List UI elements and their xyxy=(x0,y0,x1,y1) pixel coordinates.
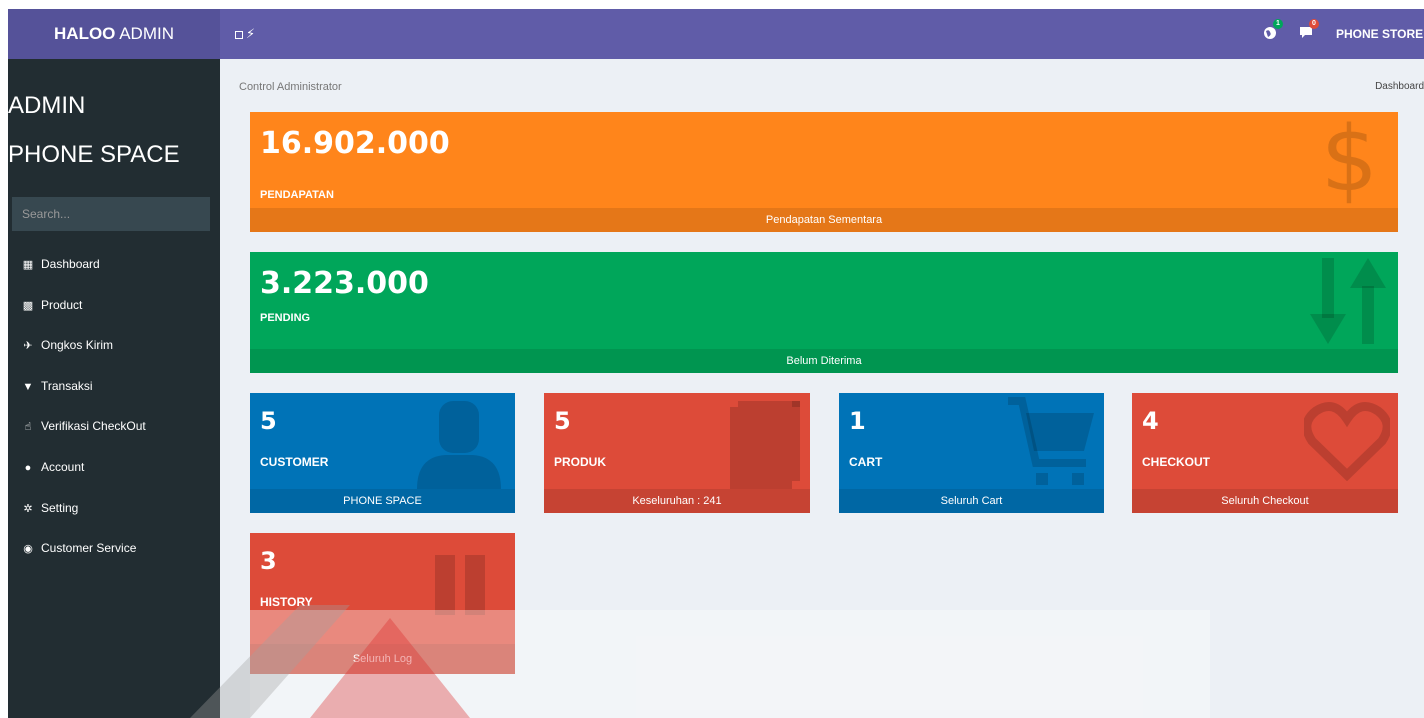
grid-icon: ▦ xyxy=(22,259,34,271)
produk-value: 5 xyxy=(554,407,571,435)
sidebar-item-account[interactable]: ● Account xyxy=(8,447,220,488)
sidebar-item-label: Customer Service xyxy=(41,541,137,556)
cart-icon: ▼ xyxy=(22,380,34,393)
main-content: Control Administrator Dashboard 16.902.0… xyxy=(220,59,1424,718)
pending-label: PENDING xyxy=(260,312,311,324)
search-input[interactable]: Search... xyxy=(12,197,210,231)
produk-label: PRODUK xyxy=(554,455,607,469)
book-icon xyxy=(730,401,800,489)
sidebar-item-product[interactable]: ▩ Product xyxy=(8,285,220,326)
sidebar-item-label: Setting xyxy=(41,500,79,515)
checkout-label: CHECKOUT xyxy=(1142,455,1210,469)
sidebar-item-setting[interactable]: ✲ Setting xyxy=(8,488,220,529)
income-footer-link[interactable]: Pendapatan Sementara xyxy=(250,208,1398,232)
history-footer-link[interactable]: Seluruh Log xyxy=(250,644,515,674)
sidebar-item-dashboard[interactable]: ▦ Dashboard xyxy=(8,244,220,285)
produk-footer-link[interactable]: Keseluruhan : 241 xyxy=(544,489,810,513)
thumbs-up-icon: ☝ xyxy=(24,421,32,434)
checkout-box: 4 CHECKOUT Seluruh Checkout xyxy=(1132,393,1398,513)
income-value: 16.902.000 xyxy=(260,126,450,161)
brand-bold: HALOO xyxy=(54,24,116,43)
dollar-icon: $ xyxy=(1320,112,1378,212)
gear-icon: ✲ xyxy=(23,502,33,515)
sidebar-item-ongkos-kirim[interactable]: ✈ Ongkos Kirim xyxy=(8,325,220,366)
sidebar-menu: ▦ Dashboard ▩ Product ✈ Ongkos Kirim ▼ Trans… xyxy=(8,244,220,569)
history-label: HISTORY xyxy=(260,595,313,609)
sidebar-title-line1: ADMIN xyxy=(8,92,86,119)
sidebar-toggle-button[interactable]: ⚡ xyxy=(235,9,255,59)
history-value: 3 xyxy=(260,547,277,575)
customer-footer-link[interactable]: PHONE SPACE xyxy=(250,489,515,513)
pending-value: 3.223.000 xyxy=(260,266,429,301)
page-header: Control Administrator xyxy=(239,81,342,93)
customer-box: 5 CUSTOMER PHONE SPACE xyxy=(250,393,515,513)
eye-icon: ◉ xyxy=(23,543,33,556)
income-label: PENDAPATAN xyxy=(260,189,334,201)
cart-label: CART xyxy=(849,455,883,469)
customer-value: 5 xyxy=(260,407,277,435)
produk-box: 5 PRODUK Keseluruhan : 241 xyxy=(544,393,810,513)
notifications-button[interactable]: 1 xyxy=(1252,18,1288,43)
sidebar-item-label: Verifikasi CheckOut xyxy=(41,419,146,434)
income-box: 16.902.000 PENDAPATAN $ Pendapatan Semen… xyxy=(250,112,1398,232)
pending-box: 3.223.000 PENDING Belum Diterima xyxy=(250,252,1398,373)
history-box: 3 HISTORY Seluruh Log xyxy=(250,533,515,674)
user-icon: ● xyxy=(24,461,32,474)
sidebar-item-transaksi[interactable]: ▼ Transaksi xyxy=(8,366,220,407)
sidebar-item-customer-service[interactable]: ◉ Customer Service xyxy=(8,528,220,569)
lightning-icon: ⚡ xyxy=(246,26,256,41)
top-navbar: HALOO ADMIN ⚡ 1 0 PHONE STORE xyxy=(8,9,1424,59)
plane-icon: ✈ xyxy=(23,340,33,353)
sidebar-item-label: Dashboard xyxy=(41,257,100,271)
brand-logo[interactable]: HALOO ADMIN xyxy=(8,9,220,59)
checkout-footer-link[interactable]: Seluruh Checkout xyxy=(1132,489,1398,513)
qrcode-icon: ▩ xyxy=(22,299,34,312)
transfer-arrows-icon xyxy=(1310,258,1386,344)
navbar-right: 1 0 PHONE STORE xyxy=(1252,9,1424,59)
cart-value: 1 xyxy=(849,407,866,435)
customer-label: CUSTOMER xyxy=(260,455,329,469)
sidebar-title-line2: PHONE SPACE xyxy=(8,141,180,168)
user-icon xyxy=(417,401,501,489)
messages-badge: 0 xyxy=(1309,19,1319,29)
shopping-cart-icon xyxy=(1008,397,1094,485)
messages-button[interactable]: 0 xyxy=(1288,19,1324,42)
pending-footer-link[interactable]: Belum Diterima xyxy=(250,349,1398,373)
sidebar-item-label: Product xyxy=(41,297,83,312)
checkout-value: 4 xyxy=(1142,407,1159,435)
sidebar-item-label: Ongkos Kirim xyxy=(41,338,114,353)
breadcrumb[interactable]: Dashboard xyxy=(1375,81,1424,92)
cart-footer-link[interactable]: Seluruh Cart xyxy=(839,489,1104,513)
notifications-badge: 1 xyxy=(1273,18,1283,29)
heart-icon xyxy=(1304,402,1390,481)
sidebar-item-label: Transaksi xyxy=(41,378,93,393)
user-menu[interactable]: PHONE STORE xyxy=(1324,27,1424,41)
sidebar-item-verifikasi-checkout[interactable]: ☝ Verifikasi CheckOut xyxy=(8,406,220,447)
toggle-square-icon xyxy=(235,30,243,39)
brand-rest: ADMIN xyxy=(119,24,174,43)
cart-box: 1 CART Seluruh Cart xyxy=(839,393,1104,513)
sidebar: ADMIN PHONE SPACE Search... ▦ Dashboard ▩… xyxy=(8,59,220,718)
pause-icon xyxy=(435,555,485,615)
sidebar-item-label: Account xyxy=(41,459,85,474)
